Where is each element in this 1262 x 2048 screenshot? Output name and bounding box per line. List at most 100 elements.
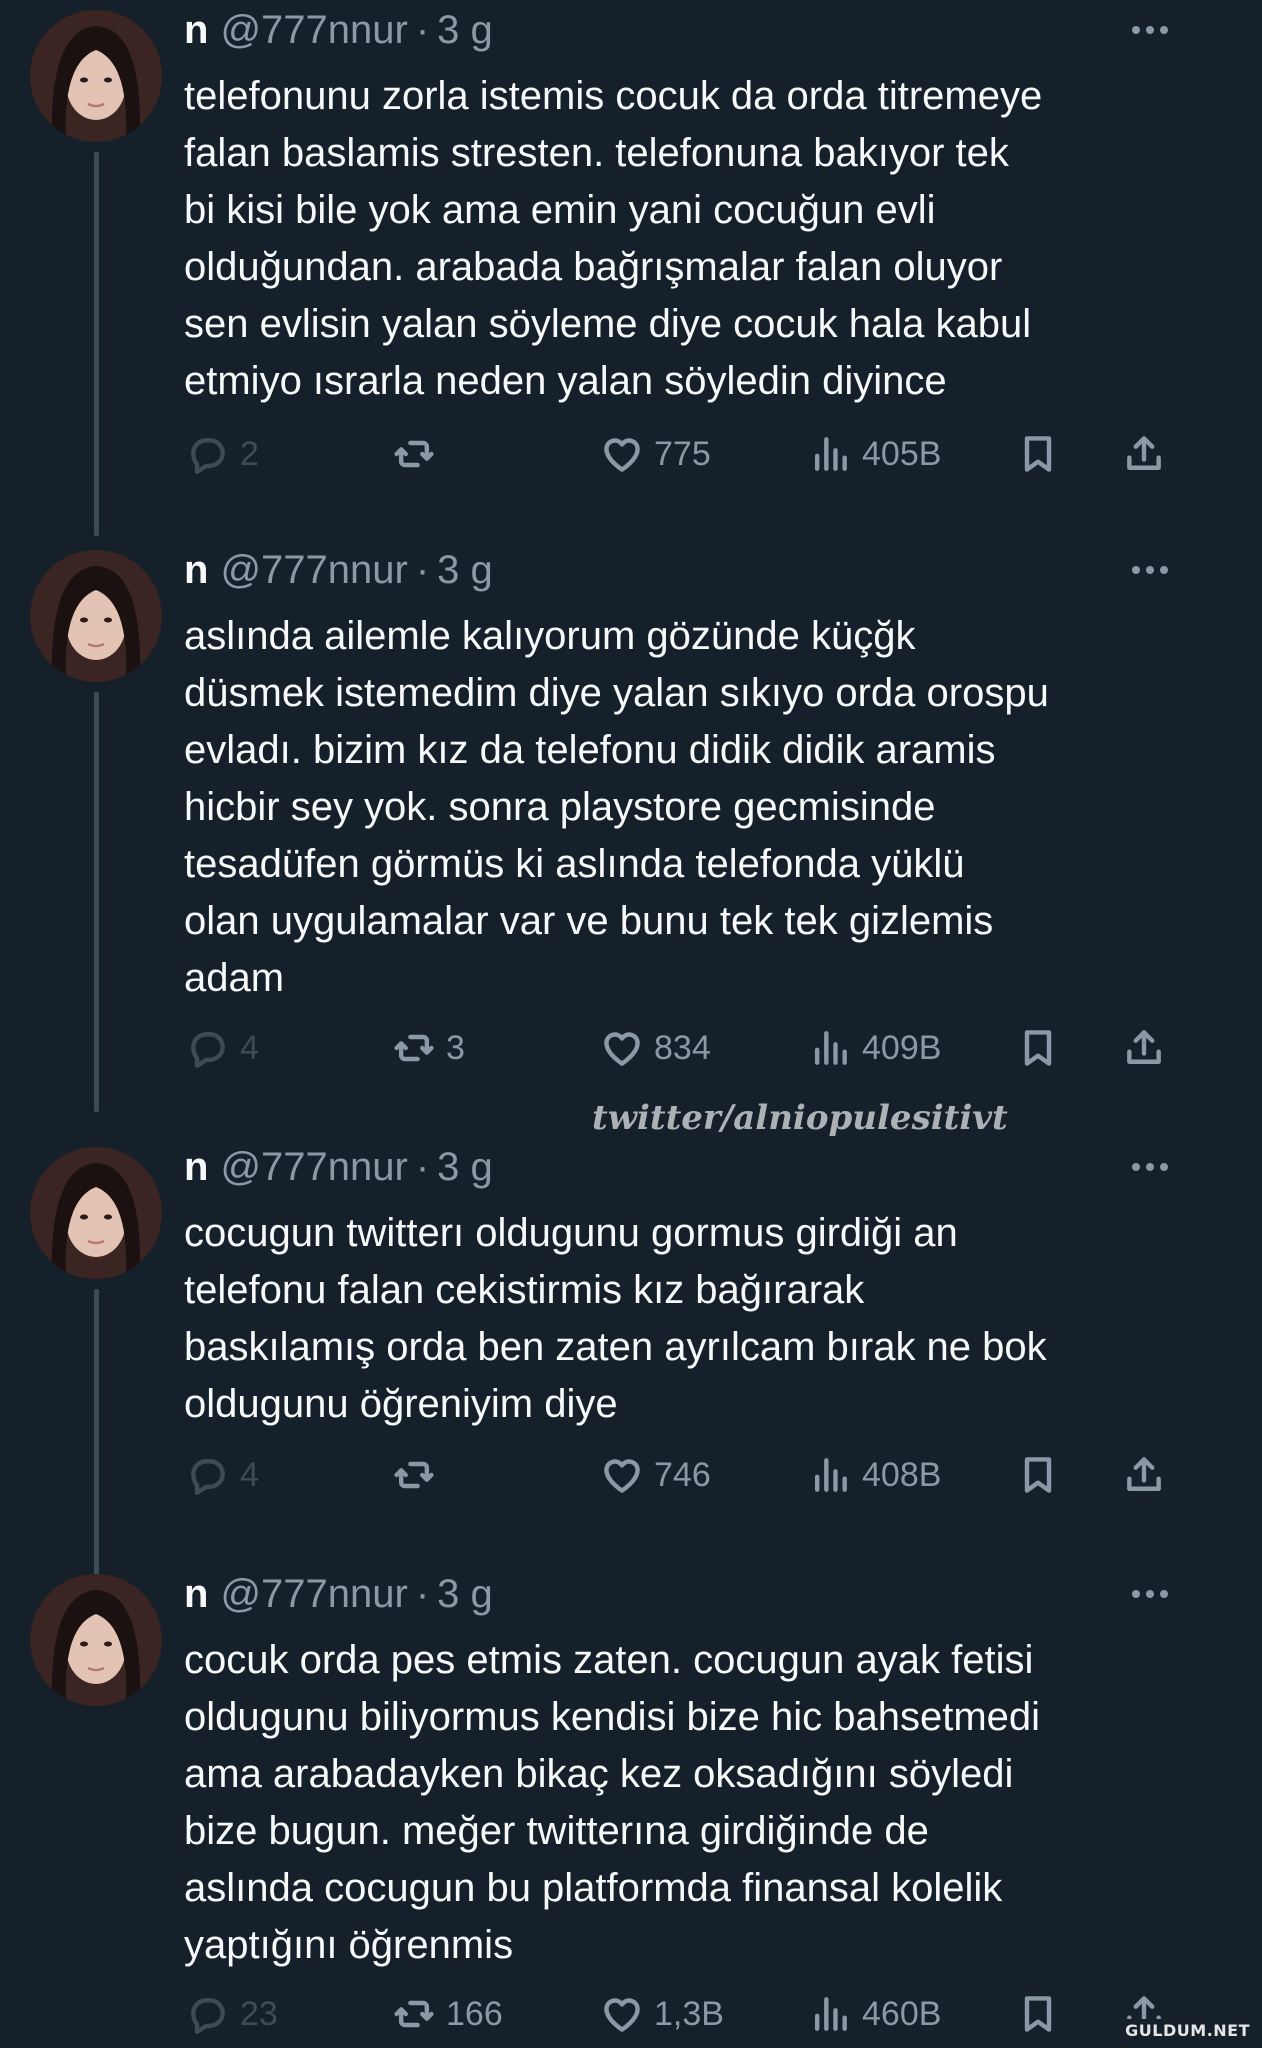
retweet-button[interactable]: 3 <box>392 1018 465 1078</box>
timestamp[interactable]: 3 g <box>437 1145 493 1190</box>
bookmark-icon <box>1024 1457 1052 1493</box>
bookmark-button[interactable] <box>1016 1018 1060 1078</box>
heart-icon <box>604 438 640 472</box>
views-button[interactable]: 409B <box>808 1018 941 1078</box>
tweet-text-line: cocugun twitterı oldugunu gormus girdiği… <box>184 1211 958 1255</box>
tweet-text: aslında ailemle kalıyorum gözünde küçğk … <box>184 608 1174 1007</box>
reply-button[interactable]: 23 <box>186 1984 278 2044</box>
user-handle[interactable]: @777nnur <box>220 8 407 53</box>
timestamp[interactable]: 3 g <box>437 548 493 593</box>
bookmark-icon <box>1024 1996 1052 2032</box>
display-name[interactable]: n <box>184 1572 208 1617</box>
like-button[interactable]: 834 <box>600 1018 711 1078</box>
like-button[interactable]: 775 <box>600 424 711 484</box>
tweet-text-line: adam <box>184 956 285 1000</box>
bookmark-button[interactable] <box>1016 1445 1060 1505</box>
tweet[interactable]: n @777nnur · 3 g telefonunu zorla istemi… <box>0 6 1262 536</box>
avatar[interactable] <box>30 550 162 682</box>
retweet-count: 166 <box>446 1994 503 2033</box>
retweet-icon <box>394 1034 434 1062</box>
more-icon[interactable] <box>1122 6 1178 54</box>
separator-dot: · <box>415 7 430 52</box>
tweet-text-line: aslında cocugun bu platformda finansal k… <box>184 1866 1003 1910</box>
reply-icon <box>191 1459 225 1495</box>
tweet-actions: 4 3 834 409B <box>0 1018 1262 1078</box>
reply-count: 4 <box>240 1028 259 1067</box>
views-icon <box>814 1031 847 1065</box>
share-icon <box>1127 436 1161 470</box>
more-icon[interactable] <box>1122 1570 1178 1618</box>
tweet[interactable]: n @777nnur · 3 g cocuk orda pes etmis za… <box>0 1570 1262 2048</box>
display-name[interactable]: n <box>184 548 208 593</box>
avatar[interactable] <box>30 1574 162 1706</box>
reply-count: 23 <box>240 1994 278 2033</box>
like-count: 746 <box>654 1455 711 1494</box>
bookmark-icon <box>1024 1030 1052 1066</box>
bookmark-icon <box>1024 436 1052 472</box>
retweet-count: 3 <box>446 1028 465 1067</box>
share-button[interactable] <box>1122 1018 1166 1078</box>
tweet-text: cocugun twitterı oldugunu gormus girdiği… <box>184 1205 1174 1433</box>
bookmark-button[interactable] <box>1016 424 1060 484</box>
site-watermark: GULDUM.NET <box>1119 2019 1256 2042</box>
retweet-button[interactable]: 166 <box>392 1984 503 2044</box>
more-icon[interactable] <box>1122 1143 1178 1191</box>
tweet-text-line: bize bugun. meğer twitterına girdiğinde … <box>184 1809 929 1853</box>
separator-dot: · <box>415 547 430 592</box>
tweet[interactable]: n @777nnur · 3 g aslında ailemle kalıyor… <box>0 546 1262 1112</box>
retweet-button[interactable] <box>392 424 446 484</box>
reply-icon <box>191 438 225 474</box>
tweet-text-line: tesadüfen görmüs ki aslında telefonda yü… <box>184 842 965 886</box>
user-handle[interactable]: @777nnur <box>220 548 407 593</box>
retweet-icon <box>394 2000 434 2028</box>
tweet-text-line: yaptığını öğrenmis <box>184 1923 514 1967</box>
reply-button[interactable]: 2 <box>186 424 259 484</box>
retweet-icon <box>394 440 434 468</box>
display-name[interactable]: n <box>184 8 208 53</box>
heart-icon <box>604 1032 640 1066</box>
avatar[interactable] <box>30 10 162 142</box>
tweet-text: cocuk orda pes etmis zaten. cocugun ayak… <box>184 1632 1174 1974</box>
like-button[interactable]: 746 <box>600 1445 711 1505</box>
share-button[interactable] <box>1122 1445 1166 1505</box>
views-button[interactable]: 405B <box>808 424 941 484</box>
views-button[interactable]: 408B <box>808 1445 941 1505</box>
like-button[interactable]: 1,3B <box>600 1984 724 2044</box>
tweet-text: telefonunu zorla istemis cocuk da orda t… <box>184 68 1174 410</box>
tweet-text-line: baskılamış orda ben zaten ayrılcam bırak… <box>184 1325 1047 1369</box>
user-handle[interactable]: @777nnur <box>220 1145 407 1190</box>
like-count: 775 <box>654 434 711 473</box>
tweet-header: n @777nnur · 3 g <box>184 1570 493 1618</box>
reply-button[interactable]: 4 <box>186 1018 259 1078</box>
retweet-button[interactable] <box>392 1445 446 1505</box>
display-name[interactable]: n <box>184 1145 208 1190</box>
avatar[interactable] <box>30 1147 162 1279</box>
timestamp[interactable]: 3 g <box>437 1572 493 1617</box>
share-icon <box>1127 1030 1161 1064</box>
tweet-text-line: aslında ailemle kalıyorum gözünde küçğk <box>184 614 916 658</box>
reply-button[interactable]: 4 <box>186 1445 259 1505</box>
timestamp[interactable]: 3 g <box>437 8 493 53</box>
heart-icon <box>604 1459 640 1493</box>
user-handle[interactable]: @777nnur <box>220 1572 407 1617</box>
tweet-text-line: ama arabadayken bikaç kez oksadığını söy… <box>184 1752 1014 1796</box>
view-count: 405B <box>862 434 942 473</box>
tweet-actions: 2 775 405B <box>0 424 1262 484</box>
bookmark-button[interactable] <box>1016 1984 1060 2044</box>
like-count: 834 <box>654 1028 711 1067</box>
tweet-text-line: cocuk orda pes etmis zaten. cocugun ayak… <box>184 1638 1034 1682</box>
thread: n @777nnur · 3 g telefonunu zorla istemi… <box>0 0 1262 2048</box>
tweet-header: n @777nnur · 3 g <box>184 6 493 54</box>
tweet[interactable]: n @777nnur · 3 g cocugun twitterı oldugu… <box>0 1143 1262 1704</box>
watermark: twitter/alniopulesitivt <box>592 1098 1008 1138</box>
tweet-text-line: olduğundan. arabada bağrışmalar falan ol… <box>184 245 1003 289</box>
views-button[interactable]: 460B <box>808 1984 941 2044</box>
tweet-text-line: olan uygulamalar var ve bunu tek tek giz… <box>184 899 994 943</box>
tweet-actions: 4 746 408B <box>0 1445 1262 1505</box>
more-icon[interactable] <box>1122 546 1178 594</box>
share-button[interactable] <box>1122 424 1166 484</box>
share-icon <box>1127 1457 1161 1491</box>
separator-dot: · <box>415 1144 430 1189</box>
tweet-text-line: bi kisi bile yok ama emin yani cocuğun e… <box>184 188 936 232</box>
like-count: 1,3B <box>654 1994 724 2033</box>
